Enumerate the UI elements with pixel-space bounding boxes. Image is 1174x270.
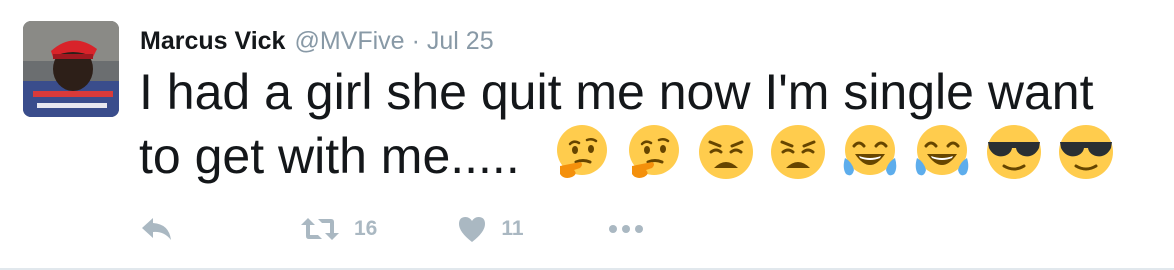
retweet-button[interactable]: 16 [300,216,377,242]
retweet-icon [301,218,339,240]
more-button[interactable] [608,224,644,234]
thinking-face-emoji-icon [556,124,607,178]
like-count: 11 [501,217,524,240]
author-handle[interactable]: @MVFive [294,27,404,56]
weary-face-emoji-icon [770,124,825,179]
tears-of-joy-emoji-icon [843,124,896,176]
tweet-card[interactable]: Marcus Vick @MVFive · Jul 25 I had a gir… [0,0,1174,270]
reply-icon [142,218,171,240]
sunglasses-emoji-icon [1058,124,1113,179]
tweet-text-block: I had a girl she quit me now I'm single … [139,60,1149,190]
avatar[interactable] [23,21,119,117]
like-button[interactable]: 11 [457,215,524,243]
sunglasses-emoji-icon [986,124,1041,179]
tweet-date[interactable]: Jul 25 [427,27,494,56]
emoji-row [552,122,1116,182]
separator-dot: · [411,26,420,55]
weary-face-emoji-icon [698,124,753,179]
tweet-actions: 16 11 [140,212,644,246]
author-name[interactable]: Marcus Vick [140,27,285,56]
retweet-count: 16 [354,217,378,240]
thinking-face-emoji-icon [628,124,679,178]
tears-of-joy-emoji-icon [915,124,968,176]
reply-button[interactable] [140,216,174,242]
more-icon [608,225,643,233]
heart-icon [459,217,486,242]
tweet-header: Marcus Vick @MVFive · Jul 25 [140,24,494,58]
